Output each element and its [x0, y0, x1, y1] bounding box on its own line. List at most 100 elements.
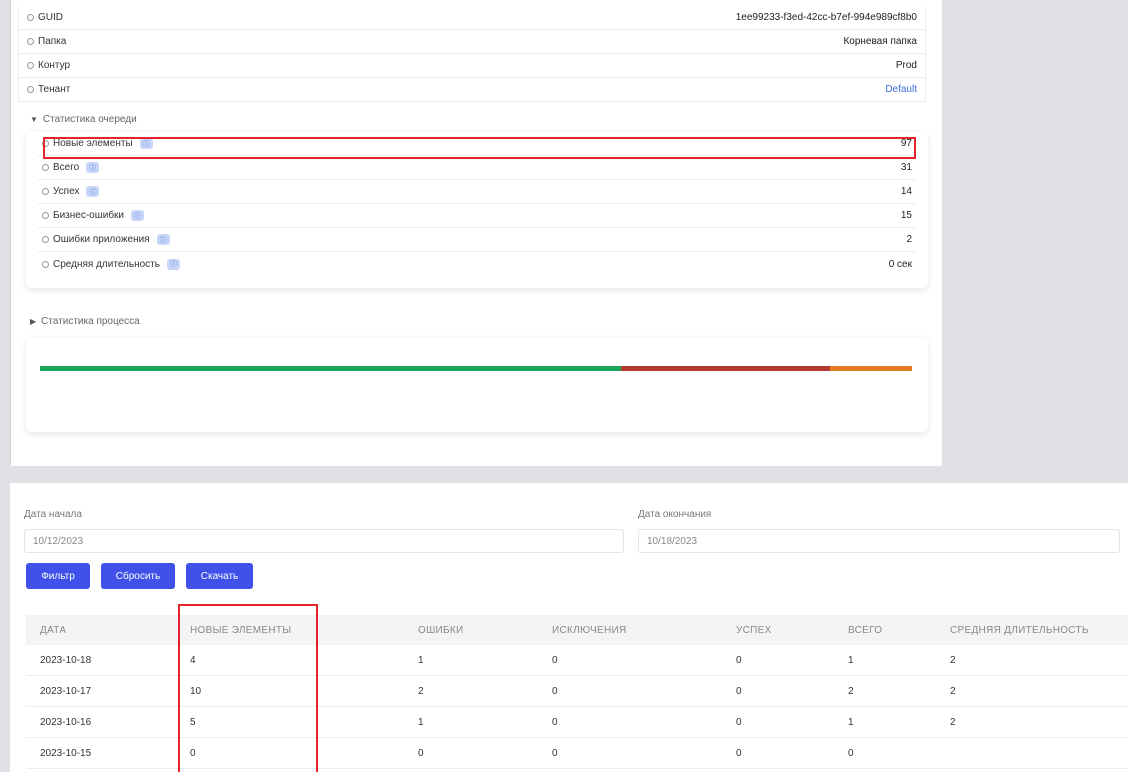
stats-value: 2: [906, 234, 912, 245]
cell-new-items: 10: [190, 685, 202, 697]
reset-button[interactable]: Сбросить: [101, 563, 175, 589]
property-label: GUID: [38, 12, 63, 23]
queue-stats-card: Новые элементы ⓘ 97 Всего ⓘ 31 Успех ⓘ 14 Б…: [26, 132, 928, 288]
cell-exceptions: 0: [552, 747, 558, 759]
circle-icon: [42, 140, 49, 147]
stats-row-business-errors: Бизнес-ошибки ⓘ 15: [38, 204, 916, 228]
queue-stats-title: Статистика очереди: [42, 114, 137, 125]
circle-icon: [42, 188, 49, 195]
column-header-avg-duration[interactable]: СРЕДНЯЯ ДЛИТЕЛЬНОСТЬ: [950, 615, 1089, 645]
help-icon[interactable]: ⓘ: [156, 234, 170, 245]
end-date-input[interactable]: 10/18/2023: [638, 529, 1120, 553]
stats-row-success: Успех ⓘ 14: [38, 180, 916, 204]
cell-errors: 0: [418, 747, 424, 759]
stats-label: Новые элементы: [53, 138, 133, 149]
triangle-down-icon: ▼: [30, 115, 38, 124]
stats-value: 97: [900, 138, 912, 149]
download-button[interactable]: Скачать: [186, 563, 253, 589]
cell-date: 2023-10-18: [40, 654, 92, 666]
cell-success: 0: [736, 654, 742, 666]
stats-value: 14: [900, 186, 912, 197]
table-row: 2023-10-18 4 1 0 0 1 2: [26, 645, 1128, 676]
cell-errors: 1: [418, 654, 424, 666]
cell-new-items: 4: [190, 654, 196, 666]
process-stats-toggle[interactable]: ▶ Статистика процесса: [30, 316, 140, 327]
cell-new-items: 5: [190, 716, 196, 728]
help-icon[interactable]: ⓘ: [139, 138, 153, 149]
column-header-date[interactable]: ДАТА: [40, 615, 66, 645]
cell-new-items: 0: [190, 747, 196, 759]
help-icon[interactable]: ⓘ: [86, 186, 100, 197]
property-row-folder: Папка Корневая папка: [19, 30, 925, 54]
column-header-success[interactable]: УСПЕХ: [736, 615, 772, 645]
stats-value: 31: [900, 162, 912, 173]
filter-button[interactable]: Фильтр: [26, 563, 90, 589]
cell-exceptions: 0: [552, 685, 558, 697]
queue-stats-toggle[interactable]: ▼ Статистика очереди: [30, 114, 137, 125]
help-icon[interactable]: ⓘ: [131, 210, 145, 221]
circle-icon: [42, 212, 49, 219]
properties-list: GUID 1ee99233-f3ed-42cc-b7ef-994e989cf8b…: [18, 6, 926, 102]
help-icon[interactable]: ⓘ: [86, 162, 100, 173]
table-row: 2023-10-17 10 2 0 0 2 2: [26, 676, 1128, 707]
cell-total: 2: [848, 685, 854, 697]
cell-total: 1: [848, 654, 854, 666]
cell-success: 0: [736, 685, 742, 697]
stats-value: 15: [900, 210, 912, 221]
cell-date: 2023-10-16: [40, 716, 92, 728]
process-stats-card: [26, 338, 928, 432]
gray-background: [942, 0, 1128, 466]
property-value: Prod: [895, 60, 917, 71]
bar-segment-business-errors: [621, 366, 830, 371]
stats-label: Бизнес-ошибки: [53, 210, 125, 221]
stats-value: 0 сек: [888, 258, 912, 270]
help-icon[interactable]: ⓘ: [166, 258, 180, 270]
stats-label: Успех: [53, 186, 80, 197]
cell-exceptions: 0: [552, 716, 558, 728]
cell-total: 1: [848, 716, 854, 728]
property-row-guid: GUID 1ee99233-f3ed-42cc-b7ef-994e989cf8b…: [19, 6, 925, 30]
cell-errors: 1: [418, 716, 424, 728]
cell-avg-duration: 2: [950, 685, 956, 697]
stats-row-app-errors: Ошибки приложения ⓘ 2: [38, 228, 916, 252]
property-row-contour: Контур Prod: [19, 54, 925, 78]
triangle-right-icon: ▶: [30, 317, 37, 326]
column-header-new-items[interactable]: НОВЫЕ ЭЛЕМЕНТЫ: [190, 615, 291, 645]
cell-errors: 2: [418, 685, 424, 697]
circle-icon: [42, 236, 49, 243]
property-value: 1ee99233-f3ed-42cc-b7ef-994e989cf8b0: [735, 12, 917, 23]
process-stats-title: Статистика процесса: [41, 316, 140, 327]
stats-row-total: Всего ⓘ 31: [38, 156, 916, 180]
property-label: Контур: [38, 60, 71, 71]
bar-segment-success: [40, 366, 621, 371]
circle-icon: [27, 86, 34, 93]
table-row: 2023-10-15 0 0 0 0 0: [26, 738, 1128, 769]
bar-segment-app-errors: [830, 366, 912, 371]
column-header-exceptions[interactable]: ИСКЛЮЧЕНИЯ: [552, 615, 627, 645]
property-row-tenant: Тенант Default: [19, 78, 925, 102]
column-header-total[interactable]: ВСЕГО: [848, 615, 882, 645]
stats-row-avg-duration: Средняя длительность ⓘ 0 сек: [38, 252, 916, 276]
circle-icon: [27, 62, 34, 69]
cell-success: 0: [736, 747, 742, 759]
cell-total: 0: [848, 747, 854, 759]
cell-success: 0: [736, 716, 742, 728]
stats-label: Средняя длительность: [53, 258, 160, 270]
cell-avg-duration: 2: [950, 654, 956, 666]
report-panel: Дата начала 10/12/2023 Дата окончания 10…: [10, 483, 1128, 772]
property-label: Тенант: [38, 84, 71, 95]
column-header-errors[interactable]: ОШИБКИ: [418, 615, 464, 645]
cell-exceptions: 0: [552, 654, 558, 666]
end-date-label: Дата окончания: [638, 509, 712, 520]
circle-icon: [42, 164, 49, 171]
table-header: ДАТА НОВЫЕ ЭЛЕМЕНТЫ ОШИБКИ ИСКЛЮЧЕНИЯ УС…: [26, 615, 1128, 645]
table-row: 2023-10-16 5 1 0 0 1 2: [26, 707, 1128, 738]
start-date-input[interactable]: 10/12/2023: [24, 529, 624, 553]
stats-label: Всего: [53, 162, 80, 173]
tenant-link[interactable]: Default: [885, 84, 917, 95]
property-value: Корневая папка: [843, 36, 917, 47]
stats-label: Ошибки приложения: [53, 234, 150, 245]
start-date-label: Дата начала: [24, 509, 82, 520]
cell-date: 2023-10-17: [40, 685, 92, 697]
circle-icon: [27, 14, 34, 21]
